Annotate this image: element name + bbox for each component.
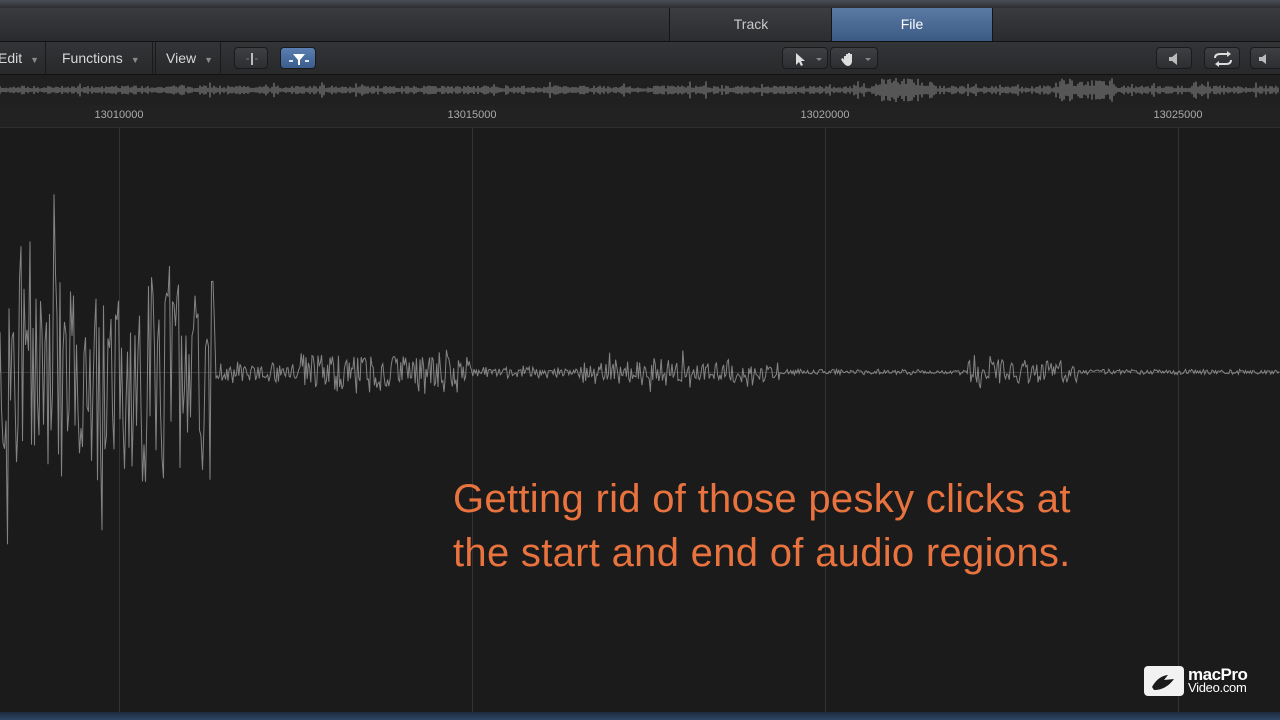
- caption-line-2: the start and end of audio regions.: [453, 531, 1071, 575]
- functions-menu[interactable]: Functions ▼: [52, 42, 153, 74]
- sample-ruler[interactable]: 13010000 13015000 13020000 13025000: [0, 105, 1280, 128]
- cycle-icon: [1214, 51, 1232, 67]
- editor-toolbar: Edit ▼ Functions ▼ View ▼: [0, 42, 1280, 75]
- hand-tool-button[interactable]: [830, 47, 878, 69]
- window-top-strip: [0, 0, 1280, 8]
- caption-overlay: Getting rid of those pesky clicks at the…: [453, 472, 1071, 580]
- waveform-editor-area[interactable]: [0, 128, 1280, 712]
- audio-waveform: [0, 194, 1280, 545]
- overview-waveform: [0, 78, 1279, 102]
- pointer-tool-button[interactable]: [782, 47, 828, 69]
- pointer-tool-icon: [796, 53, 822, 66]
- ruler-label: 13015000: [447, 109, 497, 121]
- functions-menu-label: Functions: [62, 50, 123, 66]
- edit-menu-label: Edit: [0, 50, 23, 66]
- insert-marker-icon: [246, 53, 258, 65]
- editor-tab-bar: Track File: [0, 8, 1280, 42]
- chevron-down-icon: ▼: [30, 55, 40, 65]
- view-menu-label: View: [166, 50, 197, 66]
- volume-icon: [1259, 54, 1266, 64]
- logo-mark-icon: [1144, 666, 1184, 696]
- speaker-icon: [1169, 53, 1177, 65]
- chevron-down-icon: ▼: [130, 55, 140, 65]
- cycle-button[interactable]: [1204, 47, 1240, 69]
- ruler-label: 13020000: [800, 109, 850, 121]
- caption-line-1: Getting rid of those pesky clicks at: [453, 477, 1071, 521]
- edit-menu[interactable]: Edit ▼: [0, 42, 46, 74]
- tab-track[interactable]: Track: [669, 8, 832, 41]
- hand-tool-icon: [841, 53, 871, 66]
- logo-text-bottom: Video.com: [1188, 680, 1247, 695]
- chevron-down-icon: ▼: [204, 55, 214, 65]
- catch-filter-icon: [289, 54, 309, 65]
- macprovideo-logo: macPro Video.com: [1144, 665, 1264, 697]
- ruler-label: 13010000: [94, 109, 144, 121]
- ruler-label: 13025000: [1153, 109, 1203, 121]
- insert-marker-button[interactable]: [234, 47, 268, 69]
- tab-file[interactable]: File: [831, 8, 993, 41]
- volume-button[interactable]: [1250, 47, 1280, 69]
- waveform-overview[interactable]: [0, 75, 1280, 105]
- catch-filter-button[interactable]: [280, 47, 316, 69]
- window-bottom-strip: [0, 712, 1280, 720]
- view-menu[interactable]: View ▼: [155, 42, 221, 74]
- speaker-button[interactable]: [1156, 47, 1192, 69]
